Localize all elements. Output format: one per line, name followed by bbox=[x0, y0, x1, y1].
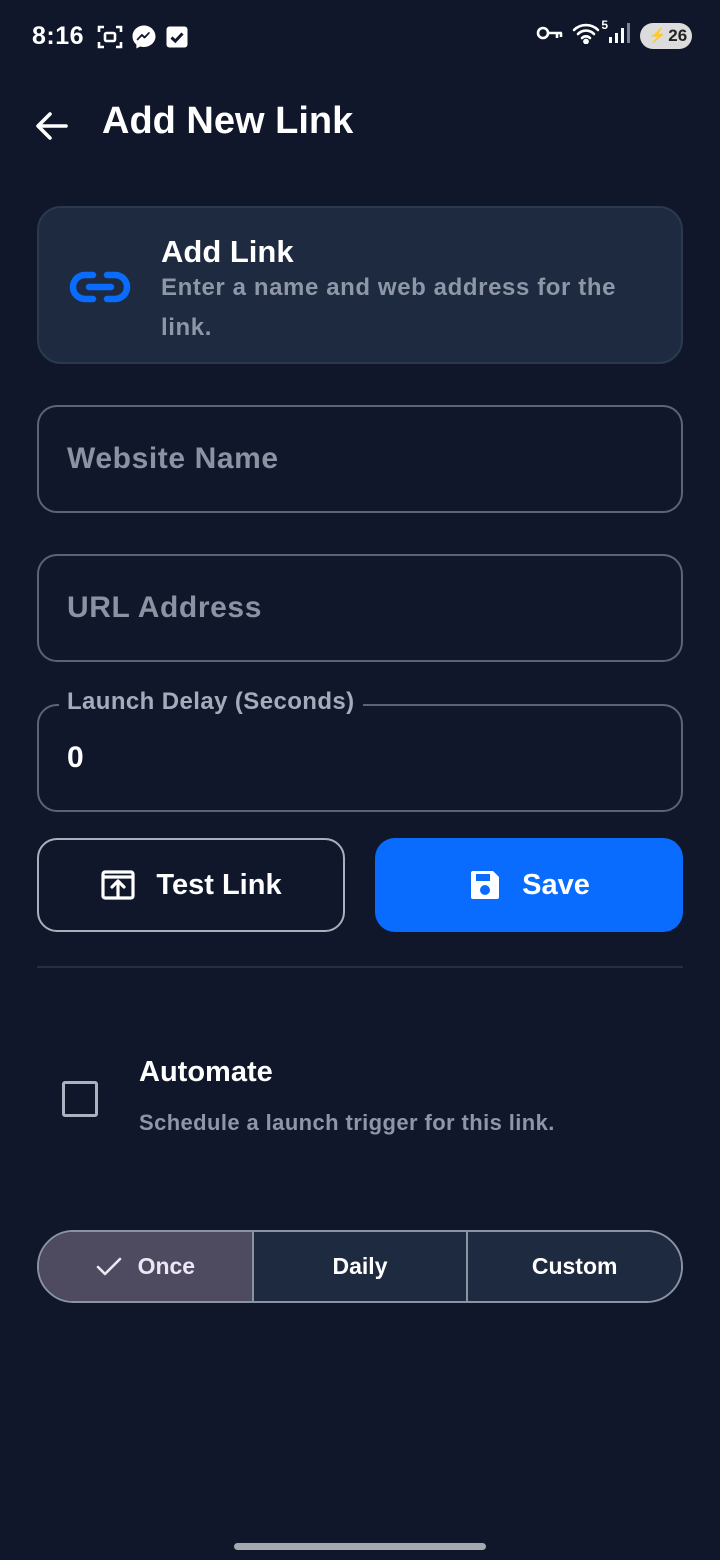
website-name-field[interactable] bbox=[37, 405, 683, 513]
test-link-label: Test Link bbox=[156, 868, 282, 901]
open-in-new-icon bbox=[101, 870, 136, 900]
battery-indicator: ⚡ 26 bbox=[640, 22, 692, 49]
url-address-field[interactable] bbox=[37, 554, 683, 662]
save-icon bbox=[471, 871, 500, 899]
url-address-input[interactable] bbox=[39, 556, 681, 660]
check-icon bbox=[96, 1257, 121, 1275]
automate-description: Schedule a launch trigger for this link. bbox=[139, 1110, 555, 1135]
back-button[interactable] bbox=[30, 104, 74, 148]
charging-icon: ⚡ bbox=[648, 27, 667, 43]
schedule-option-label: Daily bbox=[332, 1253, 388, 1279]
website-name-input[interactable] bbox=[39, 407, 681, 511]
status-time: 8:16 bbox=[32, 22, 85, 50]
add-link-info-card: Add Link Enter a name and web address fo… bbox=[37, 206, 683, 364]
save-button[interactable]: Save bbox=[375, 838, 683, 932]
launch-delay-input[interactable] bbox=[39, 706, 681, 810]
save-label: Save bbox=[522, 868, 590, 901]
schedule-option-label: Once bbox=[137, 1253, 196, 1279]
wifi-icon: 5 bbox=[572, 18, 608, 49]
schedule-option-daily[interactable]: Daily bbox=[251, 1232, 467, 1301]
arrow-left-icon bbox=[36, 112, 68, 140]
messenger-icon bbox=[131, 24, 157, 50]
page-title: Add New Link bbox=[102, 100, 354, 142]
divider bbox=[37, 966, 683, 968]
schedule-option-label: Custom bbox=[531, 1253, 618, 1279]
status-right-icons: 5 ⚡ 26 bbox=[536, 18, 692, 49]
key-icon bbox=[536, 24, 564, 47]
screenshot-icon bbox=[97, 24, 123, 50]
launch-delay-field[interactable]: Launch Delay (Seconds) bbox=[37, 688, 683, 812]
schedule-option-custom[interactable]: Custom bbox=[466, 1232, 681, 1301]
signal-icon bbox=[608, 22, 632, 49]
automate-checkbox[interactable] bbox=[62, 1081, 98, 1117]
check-square-icon bbox=[165, 25, 189, 49]
info-card-title: Add Link bbox=[161, 234, 294, 269]
status-left-icons bbox=[97, 24, 189, 50]
link-icon bbox=[69, 270, 131, 309]
status-bar: 8:16 5 ⚡ 26 bbox=[0, 0, 720, 76]
automate-title: Automate bbox=[139, 1056, 273, 1088]
schedule-segmented-control: Once Daily Custom bbox=[37, 1230, 683, 1303]
battery-level: 26 bbox=[668, 25, 688, 45]
add-new-link-screen: 8:16 5 ⚡ 26 Add New Link Add Link Enter … bbox=[0, 0, 720, 1560]
test-link-button[interactable]: Test Link bbox=[37, 838, 345, 932]
schedule-option-once[interactable]: Once bbox=[39, 1232, 252, 1301]
home-indicator[interactable] bbox=[234, 1543, 486, 1550]
wifi-badge: 5 bbox=[601, 18, 608, 32]
info-card-description: Enter a name and web address for the lin… bbox=[161, 274, 617, 341]
